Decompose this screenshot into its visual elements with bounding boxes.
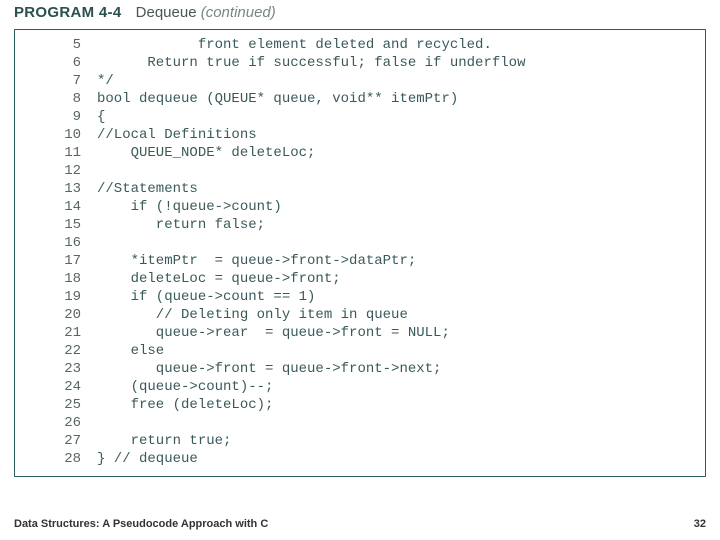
code-content: front element deleted and recycled. Retu… [91, 30, 705, 476]
line-number: 8 [15, 90, 81, 108]
line-number: 17 [15, 252, 81, 270]
line-number: 28 [15, 450, 81, 468]
line-number: 15 [15, 216, 81, 234]
line-number: 9 [15, 108, 81, 126]
code-line: else [97, 342, 699, 360]
line-number: 5 [15, 36, 81, 54]
code-line [97, 414, 699, 432]
code-line: deleteLoc = queue->front; [97, 270, 699, 288]
code-line: queue->front = queue->front->next; [97, 360, 699, 378]
line-number-gutter: 5678910111213141516171819202122232425262… [15, 30, 91, 476]
code-line: } // dequeue [97, 450, 699, 468]
program-title: Dequeue (continued) [136, 4, 276, 21]
line-number: 11 [15, 144, 81, 162]
code-line: bool dequeue (QUEUE* queue, void** itemP… [97, 90, 699, 108]
code-line: free (deleteLoc); [97, 396, 699, 414]
code-line: if (!queue->count) [97, 198, 699, 216]
line-number: 13 [15, 180, 81, 198]
code-line: */ [97, 72, 699, 90]
code-line: { [97, 108, 699, 126]
code-line: return false; [97, 216, 699, 234]
code-line: //Statements [97, 180, 699, 198]
code-line: front element deleted and recycled. [97, 36, 699, 54]
code-line [97, 234, 699, 252]
line-number: 24 [15, 378, 81, 396]
program-continued: (continued) [201, 4, 276, 21]
line-number: 20 [15, 306, 81, 324]
book-title: Data Structures: A Pseudocode Approach w… [14, 518, 268, 530]
code-line: Return true if successful; false if unde… [97, 54, 699, 72]
page-footer: Data Structures: A Pseudocode Approach w… [14, 518, 706, 530]
line-number: 23 [15, 360, 81, 378]
code-line: QUEUE_NODE* deleteLoc; [97, 144, 699, 162]
line-number: 26 [15, 414, 81, 432]
code-line [97, 162, 699, 180]
code-line: queue->rear = queue->front = NULL; [97, 324, 699, 342]
program-title-text: Dequeue [136, 4, 197, 21]
line-number: 22 [15, 342, 81, 360]
code-line: (queue->count)--; [97, 378, 699, 396]
line-number: 14 [15, 198, 81, 216]
code-line: //Local Definitions [97, 126, 699, 144]
line-number: 19 [15, 288, 81, 306]
code-line: *itemPtr = queue->front->dataPtr; [97, 252, 699, 270]
code-line: // Deleting only item in queue [97, 306, 699, 324]
code-listing-box: 5678910111213141516171819202122232425262… [14, 29, 706, 477]
line-number: 10 [15, 126, 81, 144]
line-number: 27 [15, 432, 81, 450]
line-number: 7 [15, 72, 81, 90]
line-number: 12 [15, 162, 81, 180]
page-number: 32 [694, 518, 706, 530]
code-line: return true; [97, 432, 699, 450]
line-number: 21 [15, 324, 81, 342]
line-number: 6 [15, 54, 81, 72]
line-number: 16 [15, 234, 81, 252]
line-number: 25 [15, 396, 81, 414]
code-line: if (queue->count == 1) [97, 288, 699, 306]
program-header: PROGRAM 4-4 Dequeue (continued) [0, 0, 720, 27]
program-label: PROGRAM 4-4 [14, 4, 121, 21]
line-number: 18 [15, 270, 81, 288]
